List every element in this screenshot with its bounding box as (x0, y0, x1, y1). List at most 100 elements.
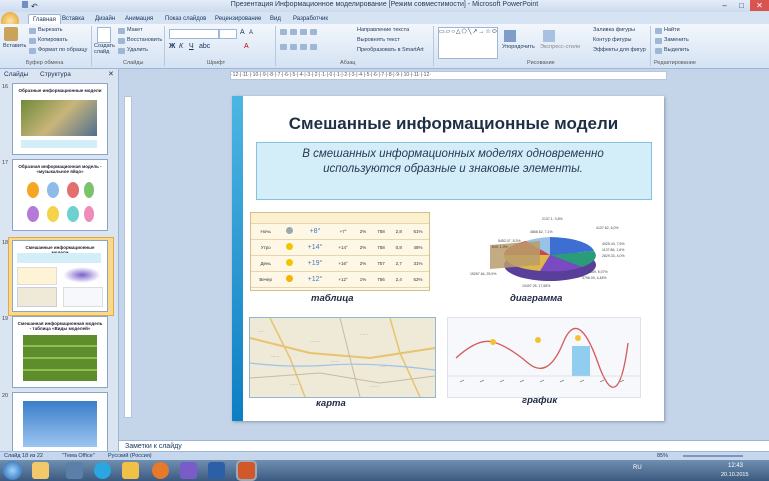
svg-text:·······: ······· (270, 354, 279, 359)
strikethrough-icon[interactable]: abc (199, 43, 210, 50)
justify-icon[interactable] (310, 44, 317, 50)
media-icon[interactable] (122, 462, 139, 479)
skype-icon[interactable] (94, 462, 111, 479)
start-button[interactable] (3, 461, 22, 480)
vertical-ruler (124, 96, 132, 418)
new-slide-icon[interactable] (97, 27, 111, 43)
map-picture[interactable]: ····· ········ ······ ······· ······· ····· … (249, 317, 436, 398)
slide-title[interactable]: Смешанные информационные модели (243, 114, 664, 134)
svg-text:·····: ····· (258, 329, 265, 334)
layout-button[interactable]: Макет (127, 27, 143, 34)
svg-text:4868.62, 7,1%: 4868.62, 7,1% (530, 230, 553, 234)
visual-studio-icon[interactable] (180, 462, 197, 479)
indent-increase-icon[interactable] (310, 29, 317, 35)
bullets-icon[interactable] (280, 29, 287, 35)
shapes-gallery[interactable]: ▭▱○△⬠╲↗→☆⬭◇▭▱○△⬠╲↗→☆⬭◇ (438, 27, 498, 59)
group-font: Шрифт (207, 60, 226, 66)
format-painter-button[interactable]: Формат по образцу (38, 47, 87, 54)
sun-icon (280, 239, 299, 256)
thumb-table (17, 267, 57, 285)
copy-button[interactable]: Копировать (38, 37, 68, 44)
replace-button[interactable]: Заменить (664, 37, 689, 44)
shape-effects-button[interactable]: Эффекты для фигур (593, 47, 646, 54)
caption-diagram: диаграмма (510, 293, 563, 304)
paste-icon[interactable] (4, 27, 18, 41)
save-icon[interactable] (22, 1, 28, 8)
tab-view[interactable]: Вид (270, 14, 281, 24)
divider (91, 26, 92, 66)
pie-diagram-picture[interactable]: 2137.1, 3,6% 4868.62, 7,1% 4137.62, 6,0% 4… (470, 215, 650, 290)
bold-icon[interactable]: Ж (169, 43, 175, 50)
underline-icon[interactable]: Ч (189, 43, 194, 50)
reset-button[interactable]: Восстановить (127, 37, 162, 44)
tab-developer[interactable]: Разработчик (293, 14, 328, 24)
tab-animation[interactable]: Анимация (125, 14, 153, 24)
thumb-graph (63, 287, 103, 307)
graph-picture[interactable] (447, 317, 641, 398)
table-cell: 61% (406, 223, 429, 240)
text-direction-button[interactable]: Направление текста (357, 27, 409, 34)
explorer-icon[interactable] (32, 462, 49, 479)
clock-date[interactable]: 20.10.2015 (721, 472, 749, 478)
indent-decrease-icon[interactable] (300, 29, 307, 35)
close-panel-icon[interactable]: ✕ (108, 70, 114, 78)
delete-button[interactable]: Удалить (127, 47, 148, 54)
align-center-icon[interactable] (290, 44, 297, 50)
close-button[interactable]: ✕ (750, 0, 769, 11)
input-language[interactable]: RU (633, 465, 642, 471)
svg-text:·······: ······· (330, 359, 339, 364)
taskbar (0, 460, 769, 481)
table-cell: +19° (298, 255, 332, 272)
numbering-icon[interactable] (290, 29, 297, 35)
zoom-slider[interactable] (683, 455, 743, 457)
slide-thumbnail[interactable]: Образные информационные модели (12, 83, 108, 155)
font-name-field[interactable] (169, 29, 219, 39)
table-cell: 756 (371, 271, 391, 288)
slide-thumbnail[interactable]: Образная информационная модель - «музыка… (12, 159, 108, 231)
minimize-button[interactable]: – (716, 0, 733, 11)
slide-thumbnail-selected[interactable]: Смешанные информационные модели (12, 240, 108, 312)
shape-outline-button[interactable]: Контур фигуры (593, 37, 631, 44)
slide-thumbnail[interactable] (12, 392, 108, 452)
maximize-button[interactable]: □ (733, 0, 750, 11)
arrange-button[interactable]: Упорядочить (502, 44, 535, 51)
tab-slides[interactable]: Слайды (4, 71, 28, 78)
tab-slideshow[interactable]: Показ слайдов (165, 14, 206, 24)
font-color-icon[interactable]: A (244, 43, 249, 50)
align-right-icon[interactable] (300, 44, 307, 50)
weather-table[interactable]: Ночь +8° +7° 2% 758 2,8 61% Утро +14° +14° 2… (250, 212, 430, 291)
italic-icon[interactable]: К (179, 43, 183, 50)
paste-button[interactable]: Вставить (3, 43, 26, 50)
quick-styles-button[interactable]: Экспресс-стили (540, 44, 580, 51)
font-size-field[interactable] (219, 29, 237, 39)
powerpoint-icon[interactable] (238, 462, 255, 479)
find-button[interactable]: Найти (664, 27, 680, 34)
firefox-icon[interactable] (152, 462, 169, 479)
clock-time[interactable]: 12:43 (728, 463, 743, 469)
table-cell: 48% (406, 239, 429, 256)
slide-number: 20 (2, 393, 9, 399)
slide-number: 19 (2, 316, 9, 322)
grow-font-icon[interactable]: A (240, 29, 245, 36)
svg-text:10497.25, 17,68%: 10497.25, 17,68% (522, 284, 550, 288)
undo-icon[interactable]: ↶ (31, 2, 38, 11)
shape-fill-button[interactable]: Заливка фигуры (593, 27, 635, 34)
table-row: Утро +14° +14° 2% 758 0,8 48% (251, 239, 429, 256)
tab-design[interactable]: Дизайн (95, 14, 115, 24)
slide-thumbnail[interactable]: Смешанная информационная модель - таблиц… (12, 316, 108, 388)
smartart-button[interactable]: Преобразовать в SmartArt (357, 47, 424, 54)
cut-button[interactable]: Вырезать (38, 27, 62, 34)
tab-review[interactable]: Рецензирование (215, 14, 261, 24)
shrink-font-icon[interactable]: A (249, 30, 253, 36)
word-icon[interactable] (208, 462, 225, 479)
thumb-table (23, 335, 97, 381)
svg-text:2629.33, 4,0%: 2629.33, 4,0% (602, 254, 625, 258)
select-button[interactable]: Выделить (664, 47, 689, 54)
new-slide-button[interactable]: Создать слайд (94, 43, 120, 55)
align-text-button[interactable]: Выровнять текст (357, 37, 400, 44)
app-icon[interactable] (66, 462, 83, 479)
align-left-icon[interactable] (280, 44, 287, 50)
tab-outline[interactable]: Структура (40, 71, 71, 78)
tab-insert[interactable]: Вставка (62, 14, 84, 24)
thumb-map (17, 287, 57, 307)
